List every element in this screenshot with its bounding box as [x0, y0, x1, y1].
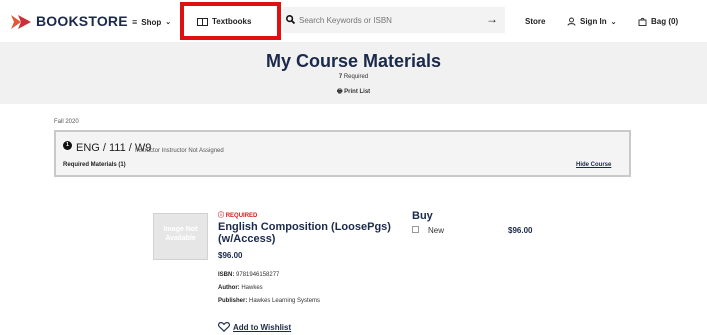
store-label: Store [525, 17, 546, 26]
search-icon[interactable] [286, 15, 295, 24]
add-to-wishlist-link[interactable]: Add to Wishlist [233, 323, 291, 332]
required-count: 7 [338, 74, 343, 80]
new-price: $96.00 [508, 226, 533, 235]
printer-icon: 🖶 [336, 89, 343, 95]
author-value: Hawkes [241, 285, 263, 291]
logo-text[interactable]: BOOKSTORE [36, 13, 128, 29]
menu-icon: ≡ [132, 17, 138, 27]
hide-course-link[interactable]: Hide Course [576, 162, 611, 168]
new-condition-checkbox[interactable] [412, 226, 419, 233]
isbn-line: ISBN: 9781946158277 [218, 272, 279, 278]
required-tag: ⓘ REQUIRED [218, 210, 257, 219]
required-materials-label: Required Materials (1) [63, 162, 126, 168]
publisher-value: Hawkes Learning Systems [249, 298, 321, 304]
alert-circle-icon: ⓘ [218, 213, 225, 219]
product-price: $96.00 [218, 251, 243, 260]
bookstore-logo-icon[interactable] [10, 11, 32, 33]
user-icon [567, 17, 576, 26]
chevron-down-icon: ⌄ [610, 18, 617, 26]
shop-label: Shop [141, 17, 162, 27]
search-submit-arrow-icon[interactable]: → [486, 12, 498, 26]
required-tag-label: REQUIRED [225, 213, 258, 219]
store-link[interactable]: Store [525, 17, 545, 26]
course-instructor: Instructor Instructor Not Assigned [135, 148, 224, 154]
textbooks-highlight-box [180, 2, 281, 40]
bag-icon [638, 17, 647, 26]
print-list-label: Print List [344, 89, 371, 95]
bag-link[interactable]: Bag (0) [638, 17, 678, 26]
course-number-badge: 1 [63, 141, 72, 150]
product-title[interactable]: English Composition (LoosePgs) (w/Access… [218, 221, 398, 245]
page-title: My Course Materials [265, 51, 442, 71]
sign-in-label: Sign In [580, 17, 607, 26]
author-line: Author: Hawkes [218, 285, 263, 291]
isbn-label: ISBN: [218, 272, 235, 278]
required-count-line: 7 Required [0, 74, 707, 80]
author-label: Author: [218, 285, 240, 291]
term-label: Fall 2020 [54, 119, 79, 125]
publisher-line: Publisher: Hawkes Learning Systems [218, 298, 320, 304]
heart-icon[interactable] [218, 322, 230, 332]
search-input[interactable] [297, 10, 481, 30]
product-image-placeholder: Image Not Available [153, 213, 208, 260]
buy-heading: Buy [412, 210, 433, 222]
print-list-button[interactable]: 🖶 Print List [0, 87, 707, 97]
publisher-label: Publisher: [218, 298, 248, 304]
bag-label: Bag (0) [651, 17, 679, 26]
isbn-value: 9781946158277 [236, 272, 280, 278]
required-label: Required [343, 74, 369, 80]
shop-menu[interactable]: ≡ Shop ⌄ [132, 17, 171, 27]
new-condition-label[interactable]: New [428, 226, 444, 235]
sign-in-menu[interactable]: Sign In ⌄ [567, 17, 617, 26]
chevron-down-icon: ⌄ [165, 19, 172, 26]
